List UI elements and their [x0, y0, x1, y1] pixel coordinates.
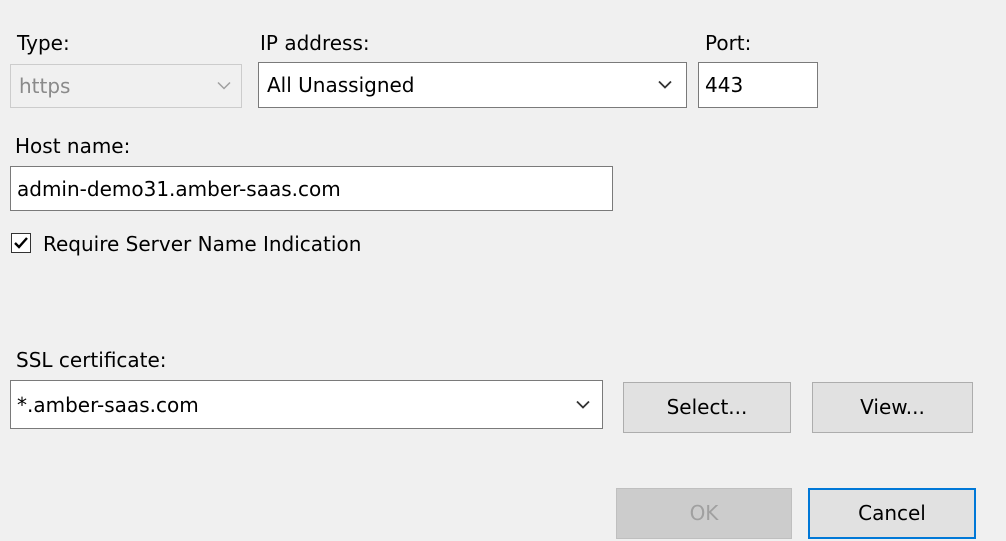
checkmark-icon	[14, 237, 28, 249]
chevron-down-icon	[217, 81, 231, 90]
host-name-label: Host name:	[15, 134, 131, 158]
host-name-value: admin-demo31.amber-saas.com	[17, 176, 341, 201]
ssl-certificate-label: SSL certificate:	[16, 348, 167, 372]
type-dropdown: https	[10, 64, 242, 108]
sni-label: Require Server Name Indication	[43, 232, 362, 256]
sni-checkbox[interactable]	[11, 233, 31, 253]
port-input[interactable]: 443	[698, 62, 818, 108]
select-certificate-button[interactable]: Select...	[623, 382, 791, 433]
port-label: Port:	[705, 31, 752, 55]
ssl-certificate-dropdown[interactable]: *.amber-saas.com	[10, 380, 603, 429]
type-label: Type:	[17, 31, 70, 55]
port-value: 443	[705, 73, 744, 97]
view-certificate-button[interactable]: View...	[812, 382, 973, 433]
ok-button[interactable]: OK	[616, 488, 792, 539]
host-name-input[interactable]: admin-demo31.amber-saas.com	[10, 166, 613, 211]
type-value: https	[19, 74, 71, 98]
ip-address-label: IP address:	[260, 31, 370, 55]
ssl-certificate-value: *.amber-saas.com	[17, 392, 199, 417]
ip-address-value: All Unassigned	[267, 73, 415, 97]
cancel-button[interactable]: Cancel	[808, 488, 976, 539]
chevron-down-icon	[576, 400, 590, 409]
chevron-down-icon	[658, 80, 672, 89]
ip-address-dropdown[interactable]: All Unassigned	[258, 62, 687, 108]
